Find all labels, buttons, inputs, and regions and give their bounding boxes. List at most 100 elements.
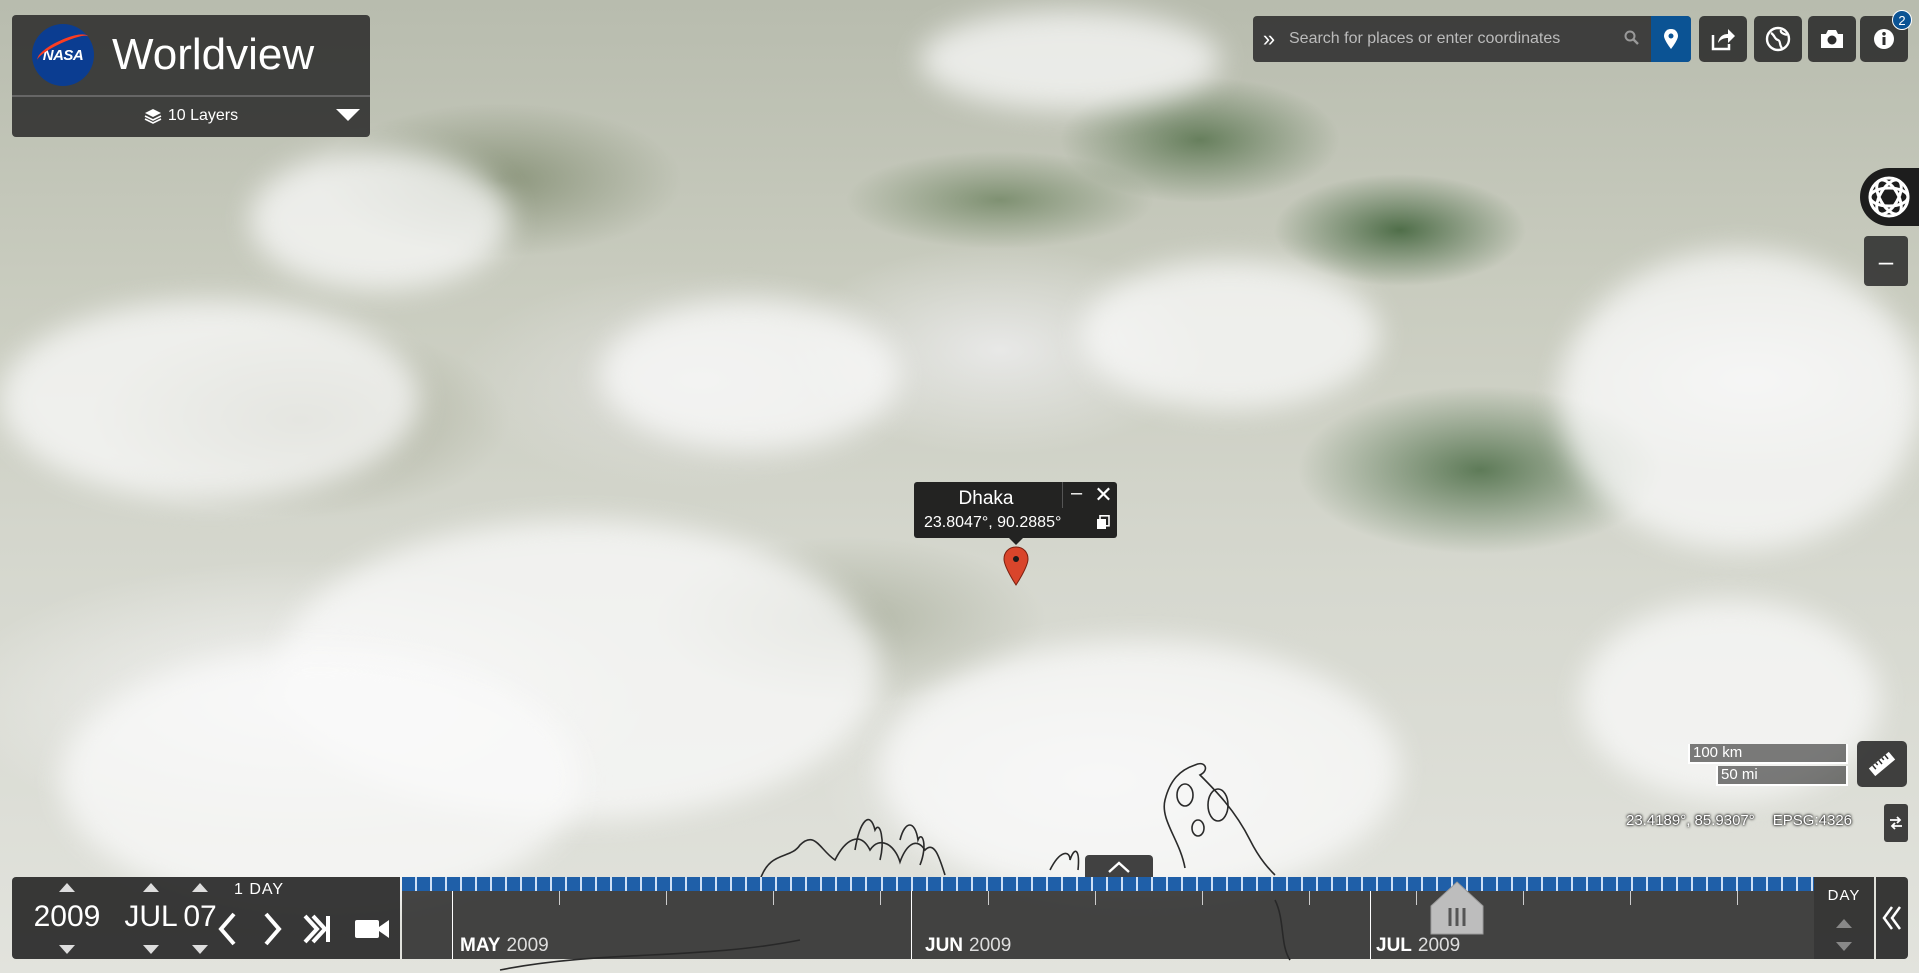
expand-search-icon[interactable]: »	[1253, 16, 1285, 62]
projection-icon	[1868, 176, 1910, 218]
band-day-cell	[447, 877, 463, 891]
band-day-cell	[417, 877, 433, 891]
band-day-cell	[1378, 877, 1394, 891]
band-day-cell	[1243, 877, 1258, 891]
month-decrement-arrow[interactable]	[143, 945, 159, 954]
month-increment-arrow[interactable]	[143, 883, 159, 892]
band-day-cell	[1183, 877, 1198, 891]
search-input[interactable]	[1285, 16, 1611, 62]
band-day-cell	[807, 877, 823, 891]
share-button[interactable]	[1699, 16, 1747, 62]
interval-label[interactable]: 1 DAY	[234, 881, 284, 899]
band-day-cell	[913, 877, 928, 891]
camera-icon	[1821, 30, 1843, 48]
year-selector[interactable]: 2009	[16, 877, 118, 959]
previous-date-button[interactable]	[212, 907, 242, 951]
band-day-cell	[642, 877, 658, 891]
timeline-date-handle[interactable]	[1429, 880, 1485, 936]
band-day-cell	[928, 877, 943, 891]
band-day-cell	[567, 877, 583, 891]
layers-count-label: 10 Layers	[167, 107, 239, 124]
band-day-cell	[612, 877, 628, 891]
zoom-out-button[interactable]: –	[1864, 236, 1908, 286]
year-decrement-arrow[interactable]	[59, 945, 75, 954]
timeline-collapse-button[interactable]	[1876, 877, 1908, 959]
band-day-cell	[883, 877, 898, 891]
band-day-cell	[462, 877, 478, 891]
nasa-logo[interactable]: NASA	[32, 24, 94, 86]
day-tick	[1201, 891, 1203, 905]
cloud-formation	[250, 150, 510, 290]
band-day-cell	[477, 877, 493, 891]
year-increment-arrow[interactable]	[59, 883, 75, 892]
band-day-cell	[1273, 877, 1288, 891]
band-day-cell	[552, 877, 568, 891]
data-availability-band	[402, 877, 1814, 891]
band-day-cell	[1678, 877, 1694, 891]
band-day-cell	[1618, 877, 1634, 891]
animation-button[interactable]	[352, 907, 392, 951]
copy-icon[interactable]	[1096, 515, 1110, 530]
timeline-expand-button[interactable]	[1085, 855, 1153, 879]
day-tick	[1308, 891, 1310, 905]
day-decrement-arrow[interactable]	[192, 945, 208, 954]
coordinate-format-toggle[interactable]	[1884, 804, 1908, 842]
band-day-cell	[1768, 877, 1784, 891]
brand-panel: NASA Worldview 10 Layers	[12, 15, 370, 137]
popup-coordinates: 23.8047°, 90.2885°	[924, 514, 1062, 531]
band-day-cell	[582, 877, 598, 891]
zoom-level-label[interactable]: DAY	[1814, 887, 1874, 904]
3d-globe-toggle-button[interactable]	[1860, 168, 1919, 226]
day-tick	[773, 891, 775, 905]
band-day-cell	[1138, 877, 1153, 891]
band-day-cell	[1228, 877, 1243, 891]
measure-button[interactable]	[1857, 741, 1907, 787]
band-day-cell	[1633, 877, 1649, 891]
map-marker-icon[interactable]	[1003, 546, 1029, 586]
cursor-coordinates: 23.4189°, 85.9307° EPSG:4326	[1626, 812, 1852, 829]
band-day-cell	[1663, 877, 1679, 891]
close-button[interactable]: ✕	[1090, 482, 1117, 508]
minimize-button[interactable]: –	[1062, 482, 1090, 508]
band-day-cell	[507, 877, 523, 891]
band-day-cell	[1738, 877, 1754, 891]
lat-lon-readout: 23.4189°, 85.9307°	[1626, 812, 1755, 829]
band-day-cell	[1123, 877, 1138, 891]
location-pin-button[interactable]	[1651, 16, 1691, 62]
chevron-down-icon[interactable]	[336, 109, 360, 121]
projection-readout: EPSG:4326	[1772, 812, 1852, 829]
day-tick	[1523, 891, 1524, 905]
timeline-zoom-selector[interactable]: DAY	[1814, 877, 1874, 959]
band-day-cell	[1333, 877, 1348, 891]
month-label-may: MAY 2009	[460, 935, 549, 956]
band-day-cell	[988, 877, 1003, 891]
day-tick	[559, 891, 561, 905]
band-day-cell	[1393, 877, 1409, 891]
band-day-cell	[1528, 877, 1544, 891]
chevron-left-icon	[218, 912, 236, 946]
band-day-cell	[1213, 877, 1228, 891]
band-day-cell	[1168, 877, 1183, 891]
layers-toggle-button[interactable]: 10 Layers	[12, 97, 370, 135]
projection-globe-button[interactable]	[1754, 16, 1802, 62]
band-day-cell	[1258, 877, 1273, 891]
timeline-axis[interactable]: MAY 2009 JUN 2009 JUL 2009	[402, 877, 1814, 959]
zoom-in-timeline-arrow[interactable]	[1836, 919, 1852, 928]
info-button[interactable]: 2	[1860, 10, 1912, 62]
month-label-jun: JUN 2009	[925, 935, 1012, 956]
day-increment-arrow[interactable]	[192, 883, 208, 892]
band-day-cell	[822, 877, 838, 891]
band-day-cell	[1483, 877, 1499, 891]
band-day-cell	[747, 877, 763, 891]
band-day-cell	[1498, 877, 1514, 891]
next-date-button[interactable]	[258, 907, 288, 951]
year-value[interactable]: 2009	[16, 900, 118, 934]
search-icon[interactable]	[1611, 30, 1651, 49]
date-selector: 2009 JUL 07 1 DAY	[12, 877, 400, 959]
snapshot-button[interactable]	[1808, 16, 1856, 62]
jump-to-latest-button[interactable]	[302, 907, 332, 951]
band-day-cell	[522, 877, 538, 891]
zoom-out-timeline-arrow[interactable]	[1836, 942, 1852, 951]
band-day-cell	[1093, 877, 1108, 891]
day-tick	[987, 891, 989, 905]
